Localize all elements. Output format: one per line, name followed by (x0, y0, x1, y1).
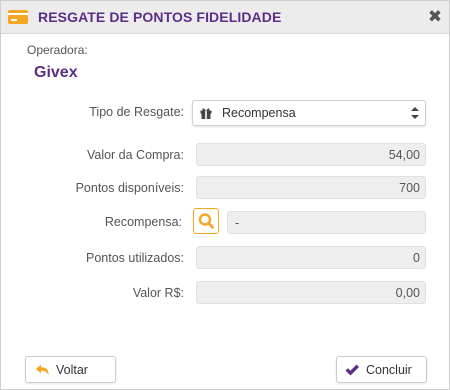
available-points-field: 700 (196, 176, 426, 199)
reward-label: Recompensa: (104, 215, 182, 229)
confirm-button-label: Concluir (366, 363, 412, 377)
reward-search-button[interactable] (193, 208, 219, 234)
value-brl-label: Valor R$: (132, 286, 184, 300)
back-button-label: Voltar (56, 363, 88, 377)
redeem-type-select[interactable]: Recompensa (192, 100, 426, 126)
redeem-type-value: Recompensa (222, 106, 296, 120)
close-icon[interactable]: ✖ (427, 8, 443, 25)
available-points-label: Pontos disponíveis: (75, 181, 184, 195)
operator-name: Givex (34, 64, 78, 81)
checkmark-icon (345, 364, 359, 376)
reward-field: - (227, 211, 426, 234)
value-brl-field: 0,00 (196, 281, 426, 304)
purchase-value-label: Valor da Compra: (86, 148, 184, 162)
operator-label: Operadora: (27, 43, 88, 57)
undo-arrow-icon (36, 364, 49, 376)
redeem-points-dialog: RESGATE DE PONTOS FIDELIDADE ✖ Operadora… (0, 0, 450, 390)
dialog-title: RESGATE DE PONTOS FIDELIDADE (38, 9, 282, 25)
confirm-button[interactable]: Concluir (336, 356, 427, 383)
redeem-type-label: Tipo de Resgate: (89, 105, 184, 119)
gift-icon (200, 108, 212, 119)
used-points-field: 0 (196, 246, 426, 269)
back-button[interactable]: Voltar (25, 356, 116, 383)
credit-card-icon (8, 10, 28, 24)
search-icon (198, 213, 214, 229)
select-arrows-icon (411, 107, 419, 119)
dialog-titlebar: RESGATE DE PONTOS FIDELIDADE ✖ (1, 1, 449, 34)
used-points-label: Pontos utilizados: (86, 251, 184, 265)
purchase-value-field: 54,00 (196, 143, 426, 166)
